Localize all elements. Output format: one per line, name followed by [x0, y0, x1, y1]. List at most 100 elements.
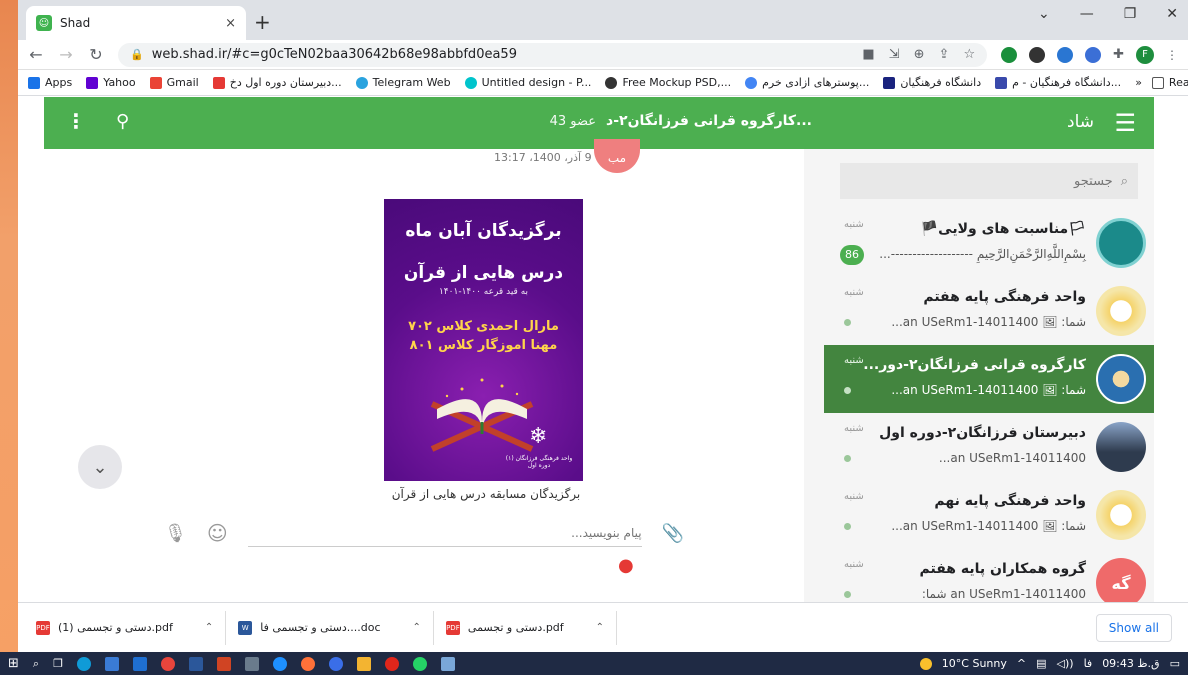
chat-item[interactable]: واحد فرهنگی پایه نهم شنبه شما: 🖼 an USeR…: [824, 481, 1154, 549]
puzzle-icon[interactable]: ✚: [1113, 47, 1124, 62]
edge-icon[interactable]: [76, 656, 91, 671]
download-item[interactable]: PDF دستی و تجسمی.pdf ⌃: [434, 610, 618, 645]
chat-day: شنبه: [844, 491, 864, 502]
app-icon[interactable]: [328, 656, 343, 671]
bookmark-star-icon[interactable]: ☆: [963, 47, 975, 62]
bookmark-school[interactable]: دبیرستان دوره اول دخ...: [212, 76, 342, 89]
apps-grid-icon: [28, 76, 40, 89]
profile-avatar[interactable]: F: [1136, 45, 1154, 64]
extension-3-icon[interactable]: [1057, 46, 1074, 63]
url-text: web.shad.ir/#c=g0cTeN02baa30642b68e98abb…: [151, 47, 517, 62]
attachment-icon[interactable]: 📎: [662, 523, 684, 544]
zoom-icon[interactable]: ⊕: [914, 47, 925, 62]
chat-avatar: گه: [1096, 558, 1146, 602]
network-icon[interactable]: ▤: [1036, 657, 1046, 670]
notification-icon[interactable]: ▭: [1170, 657, 1180, 670]
clock[interactable]: ق.ظ 09:43: [1102, 657, 1159, 670]
explorer-icon[interactable]: [356, 656, 371, 671]
chat-name: کارگروه قرانی فرزانگان۲-دور...: [863, 357, 1086, 373]
chevron-up-icon[interactable]: ⌃: [596, 622, 604, 633]
tab-close-icon[interactable]: ×: [225, 16, 236, 31]
read-indicator: [844, 319, 851, 326]
chat-day: شنبه: [844, 423, 864, 434]
emoji-icon[interactable]: ☺: [207, 521, 228, 545]
chat-item[interactable]: دبیرستان فرزانگان۲-دوره اول شنبه an USeR…: [824, 413, 1154, 481]
message-input[interactable]: [247, 519, 642, 547]
sender-avatar[interactable]: مب: [594, 139, 640, 173]
bookmark-university-2[interactable]: دانشگاه فرهنگیان - م...: [995, 76, 1121, 89]
minimize-button[interactable]: —: [1080, 6, 1094, 22]
bookmark-gmail[interactable]: Gmail: [149, 76, 199, 89]
back-arrow-icon[interactable]: ←: [28, 45, 44, 64]
chat-search-input[interactable]: [862, 173, 1113, 189]
chat-item[interactable]: 🏳مناسبت های ولایی🏴 شنبه بِسْمِ‌اللَّهِ‌ا…: [824, 209, 1154, 277]
message-image[interactable]: برگزیدگان آبان ماه درس هایی از قرآن به ق…: [384, 199, 583, 481]
new-tab-button[interactable]: +: [254, 10, 271, 34]
tray-expand-icon[interactable]: ^: [1017, 657, 1026, 670]
restore-button[interactable]: ❐: [1124, 6, 1137, 22]
window-controls: ⌄ — ❐ ✕: [1038, 6, 1188, 22]
google-icon: [745, 76, 758, 89]
chat-title[interactable]: کارگروه قرانی فرزانگان۲-د...: [606, 113, 812, 129]
bookmark-yahoo[interactable]: Yahoo: [86, 76, 136, 89]
extension-2-icon[interactable]: [1029, 46, 1046, 63]
bookmark-canva[interactable]: Untitled design - P...: [464, 76, 591, 89]
ie-icon[interactable]: [272, 656, 287, 671]
reading-list-button[interactable]: Reading li: [1151, 76, 1188, 89]
reload-icon[interactable]: ↻: [88, 45, 104, 64]
firefox-icon[interactable]: [300, 656, 315, 671]
search-magnifier-icon: ⌕: [1120, 173, 1128, 189]
paint-icon[interactable]: [244, 656, 259, 671]
download-item[interactable]: PDF دستی و تجسمی (1).pdf ⌃: [24, 610, 227, 645]
hamburger-menu-icon[interactable]: ☰: [1114, 109, 1136, 137]
chat-avatar: [1096, 422, 1146, 472]
chat-search-box[interactable]: ⌕: [840, 163, 1138, 199]
camera-icon[interactable]: ■: [862, 47, 874, 62]
download-item[interactable]: W دستی و تجسمی فا....doc ⌃: [226, 610, 434, 645]
share-icon[interactable]: ⇪: [939, 47, 950, 62]
download-filename: دستی و تجسمی (1).pdf: [58, 621, 173, 634]
word-icon[interactable]: [188, 656, 203, 671]
tab-search-icon[interactable]: ⌄: [1038, 6, 1050, 22]
task-view-icon[interactable]: ❐: [53, 657, 63, 670]
more-options-icon[interactable]: ⋮: [66, 109, 86, 133]
search-icon[interactable]: ⚲: [116, 111, 129, 132]
whatsapp-icon[interactable]: [412, 656, 427, 671]
more-bookmarks-button[interactable]: »: [1135, 76, 1142, 89]
extension-4-icon[interactable]: [1085, 46, 1102, 63]
monitor-icon[interactable]: [440, 656, 455, 671]
install-icon[interactable]: ⇲: [889, 47, 900, 62]
powerpoint-icon[interactable]: [216, 656, 231, 671]
windows-start-icon[interactable]: ⊞: [8, 656, 19, 671]
volume-icon[interactable]: ◁)): [1057, 657, 1074, 670]
forward-arrow-icon[interactable]: →: [58, 45, 74, 64]
microphone-icon[interactable]: 🎙: [164, 523, 187, 544]
scroll-down-button[interactable]: ⌄: [78, 445, 122, 489]
close-window-button[interactable]: ✕: [1166, 6, 1178, 22]
chrome-icon[interactable]: [160, 656, 175, 671]
chat-item[interactable]: واحد فرهنگی پایه هفتم شنبه شما: 🖼 an USe…: [824, 277, 1154, 345]
opera-icon[interactable]: [384, 656, 399, 671]
chat-item[interactable]: گه گروه همکاران پایه هفتم شنبه an USeRm1…: [824, 549, 1154, 602]
show-all-downloads-button[interactable]: Show all: [1095, 613, 1172, 642]
chevron-up-icon[interactable]: ⌃: [205, 622, 213, 633]
pdf-file-icon: PDF: [445, 620, 460, 635]
extension-1-icon[interactable]: [1001, 46, 1018, 63]
mail-icon[interactable]: [132, 656, 147, 671]
bookmark-university[interactable]: دانشگاه فرهنگیان: [883, 76, 981, 89]
store-icon[interactable]: [104, 656, 119, 671]
bookmark-telegram[interactable]: Telegram Web: [355, 76, 451, 89]
browser-menu-icon[interactable]: ⋮: [1166, 48, 1178, 62]
bookmark-mockup[interactable]: Free Mockup PSD,...: [605, 76, 731, 89]
bookmark-apps[interactable]: Apps: [28, 76, 72, 89]
chat-item-active[interactable]: کارگروه قرانی فرزانگان۲-دور... شنبه شما:…: [824, 345, 1154, 413]
language-indicator[interactable]: فا: [1084, 657, 1093, 670]
weather-text[interactable]: 10°C Sunny: [942, 657, 1007, 670]
location-pin-icon[interactable]: ●: [618, 555, 634, 576]
bookmark-posters[interactable]: پوسترهای ازادی خرم...: [745, 76, 869, 89]
lock-icon: 🔒: [130, 48, 144, 61]
address-bar[interactable]: 🔒 web.shad.ir/#c=g0cTeN02baa30642b68e98a…: [118, 42, 988, 67]
chevron-up-icon[interactable]: ⌃: [413, 622, 421, 633]
search-taskbar-icon[interactable]: ⌕: [33, 657, 39, 671]
tab-shad[interactable]: ☺ Shad ×: [26, 6, 246, 40]
